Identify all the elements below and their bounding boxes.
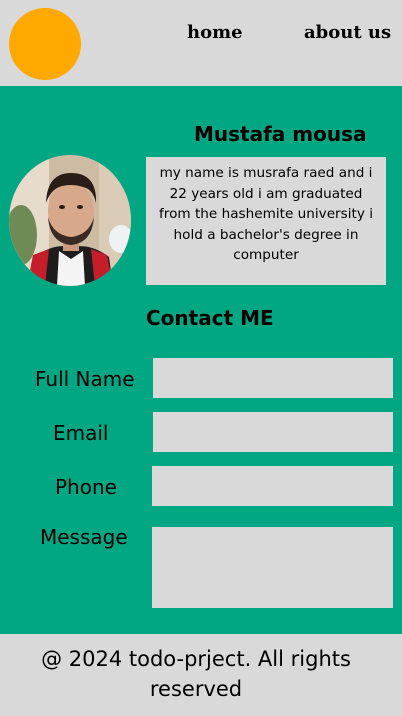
page: home about us Mustafa mousa my name is m… xyxy=(0,0,402,716)
bio-text: my name is musrafa raed and i 22 years o… xyxy=(146,157,386,285)
phone-label: Phone xyxy=(55,475,117,499)
email-input[interactable] xyxy=(153,412,393,452)
header: home about us xyxy=(0,0,402,86)
main-content: Mustafa mousa my name is musrafa raed an… xyxy=(0,86,402,634)
footer: @ 2024 todo-prject. All rights reserved xyxy=(0,634,402,716)
nav-home-link[interactable]: home xyxy=(187,22,243,43)
profile-name: Mustafa mousa xyxy=(194,122,367,146)
message-textarea[interactable] xyxy=(152,527,393,608)
footer-copyright: @ 2024 todo-prject. All rights reserved xyxy=(41,647,351,701)
full-name-label: Full Name xyxy=(35,367,135,391)
message-label: Message xyxy=(40,525,128,549)
profile-photo xyxy=(9,155,131,286)
full-name-input[interactable] xyxy=(153,358,393,398)
nav-about-link[interactable]: about us xyxy=(304,22,391,43)
profile-avatar xyxy=(9,155,131,286)
logo[interactable] xyxy=(9,8,81,80)
email-label: Email xyxy=(53,421,109,445)
contact-title: Contact ME xyxy=(146,306,274,330)
phone-input[interactable] xyxy=(152,466,393,506)
